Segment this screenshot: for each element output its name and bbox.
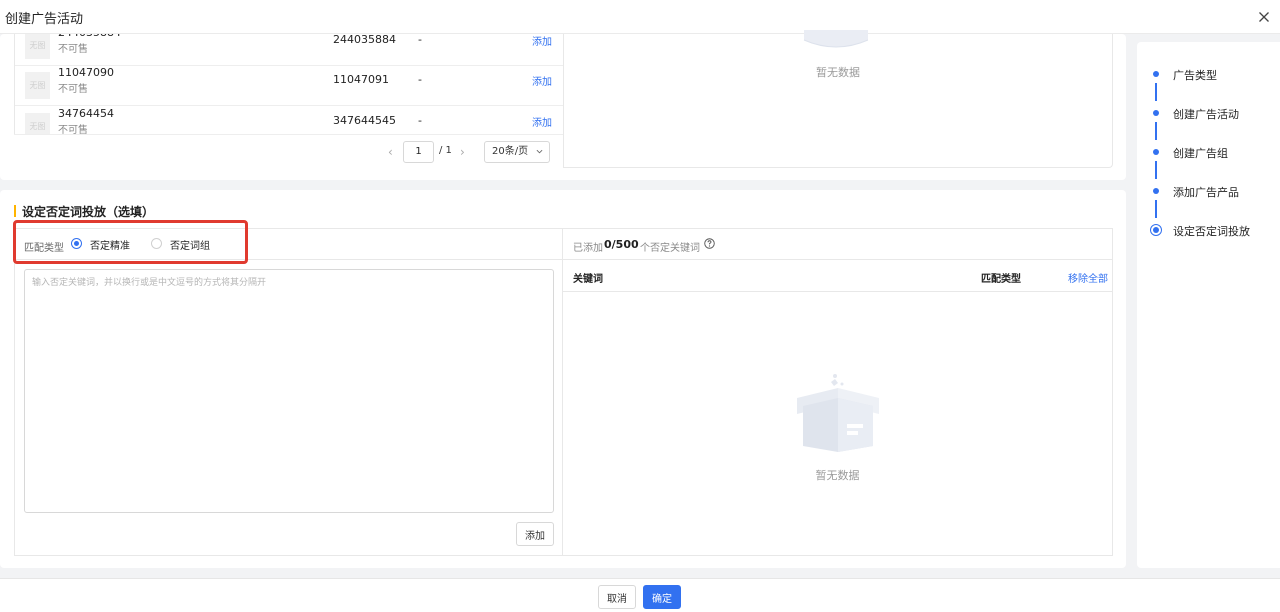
add-product-link[interactable]: 添加 xyxy=(532,73,552,88)
modal-footer: 取消 确定 xyxy=(0,578,1280,612)
step-done-dot xyxy=(1153,149,1159,155)
empty-state-text: 暂无数据 xyxy=(816,66,860,79)
cancel-button[interactable]: 取消 xyxy=(598,585,636,609)
product-name: 11047090 xyxy=(58,66,114,79)
next-page-icon[interactable]: › xyxy=(460,145,465,159)
empty-box-icon xyxy=(797,374,879,452)
radio-label: 否定词组 xyxy=(170,241,210,252)
step-connector xyxy=(1155,200,1157,218)
add-keyword-button[interactable]: 添加 xyxy=(516,522,554,546)
step-label[interactable]: 设定否定词投放 xyxy=(1173,223,1250,239)
product-card: 无图 244035884 不可售 244035884 - 添加 无图 11047… xyxy=(0,30,1126,180)
column-keyword: 关键词 xyxy=(573,274,603,285)
step-done-dot xyxy=(1153,110,1159,116)
step-label[interactable]: 添加广告产品 xyxy=(1173,184,1239,200)
product-status: 不可售 xyxy=(58,44,88,55)
step-connector xyxy=(1155,83,1157,101)
column-match-type: 匹配类型 xyxy=(981,274,1021,285)
add-product-link[interactable]: 添加 xyxy=(532,34,552,48)
product-id: 347644545 xyxy=(333,114,396,127)
step-current-dot xyxy=(1150,224,1162,236)
modal-header: 创建广告活动 xyxy=(0,0,1280,34)
selected-products-panel: 暂无数据 xyxy=(563,30,1113,168)
product-extra: - xyxy=(418,73,422,86)
product-thumbnail: 无图 xyxy=(25,34,50,59)
page-total: / 1 xyxy=(439,145,452,156)
close-icon[interactable] xyxy=(1258,11,1270,23)
add-product-link[interactable]: 添加 xyxy=(532,114,552,129)
product-thumbnail: 无图 xyxy=(25,72,50,99)
added-keywords-pane: 已添加 0/500 个否定关键词 关键词 匹配类型 移除全部 暂无数据 xyxy=(563,228,1113,556)
keyword-table-header: 关键词 匹配类型 移除全部 xyxy=(563,260,1112,292)
step-done-dot xyxy=(1153,71,1159,77)
product-id: 11047091 xyxy=(333,73,389,86)
added-prefix: 已添加 xyxy=(573,243,603,254)
help-icon[interactable] xyxy=(704,238,715,249)
product-status: 不可售 xyxy=(58,84,88,95)
section-accent-bar xyxy=(14,205,16,217)
radio-checked-icon xyxy=(71,238,82,249)
chevron-down-icon xyxy=(536,149,543,154)
product-name: 244035884 xyxy=(58,34,121,39)
step-label[interactable]: 创建广告组 xyxy=(1173,145,1228,161)
modal-title: 创建广告活动 xyxy=(5,12,84,27)
page-size-select[interactable]: 20条/页 xyxy=(484,141,550,163)
step-label[interactable]: 创建广告活动 xyxy=(1173,106,1239,122)
page-size-value: 20条/页 xyxy=(492,146,529,157)
remove-all-link[interactable]: 移除全部 xyxy=(1068,270,1108,285)
step-connector xyxy=(1155,161,1157,179)
radio-unchecked-icon xyxy=(151,238,162,249)
product-name: 34764454 xyxy=(58,107,114,120)
added-count-row: 已添加 0/500 个否定关键词 xyxy=(563,229,1112,260)
modal-body: 无图 244035884 不可售 244035884 - 添加 无图 11047… xyxy=(0,30,1280,578)
product-extra: - xyxy=(418,34,422,46)
empty-box-icon xyxy=(803,30,869,48)
added-suffix: 个否定关键词 xyxy=(640,243,700,254)
negative-keyword-card: 设定否定词投放（选填） 匹配类型 否定精准 否定词组 添加 已添加 0/500 xyxy=(0,190,1126,568)
added-count: 0/500 xyxy=(604,238,639,251)
match-type-row: 匹配类型 否定精准 否定词组 xyxy=(15,229,562,260)
product-id: 244035884 xyxy=(333,34,396,46)
pagination: ‹ 1 / 1 › 20条/页 xyxy=(14,134,563,168)
radio-label: 否定精准 xyxy=(90,241,130,252)
step-label[interactable]: 广告类型 xyxy=(1173,67,1217,83)
keyword-input-pane: 匹配类型 否定精准 否定词组 添加 xyxy=(14,228,563,556)
negative-keyword-input[interactable] xyxy=(24,269,554,513)
steps-panel: 广告类型 创建广告活动 创建广告组 添加广告产品 设定否定词投放 xyxy=(1137,42,1280,568)
empty-state-text: 暂无数据 xyxy=(815,469,860,482)
table-row: 无图 244035884 不可售 244035884 - 添加 xyxy=(15,34,563,66)
page-number-input[interactable]: 1 xyxy=(403,141,434,163)
table-row: 无图 11047090 不可售 11047091 - 添加 xyxy=(15,66,563,106)
prev-page-icon[interactable]: ‹ xyxy=(388,145,393,159)
section-title: 设定否定词投放（选填） xyxy=(22,205,155,219)
step-done-dot xyxy=(1153,188,1159,194)
product-extra: - xyxy=(418,114,422,127)
confirm-button[interactable]: 确定 xyxy=(643,585,681,609)
step-connector xyxy=(1155,122,1157,140)
match-type-label: 匹配类型 xyxy=(24,243,64,254)
